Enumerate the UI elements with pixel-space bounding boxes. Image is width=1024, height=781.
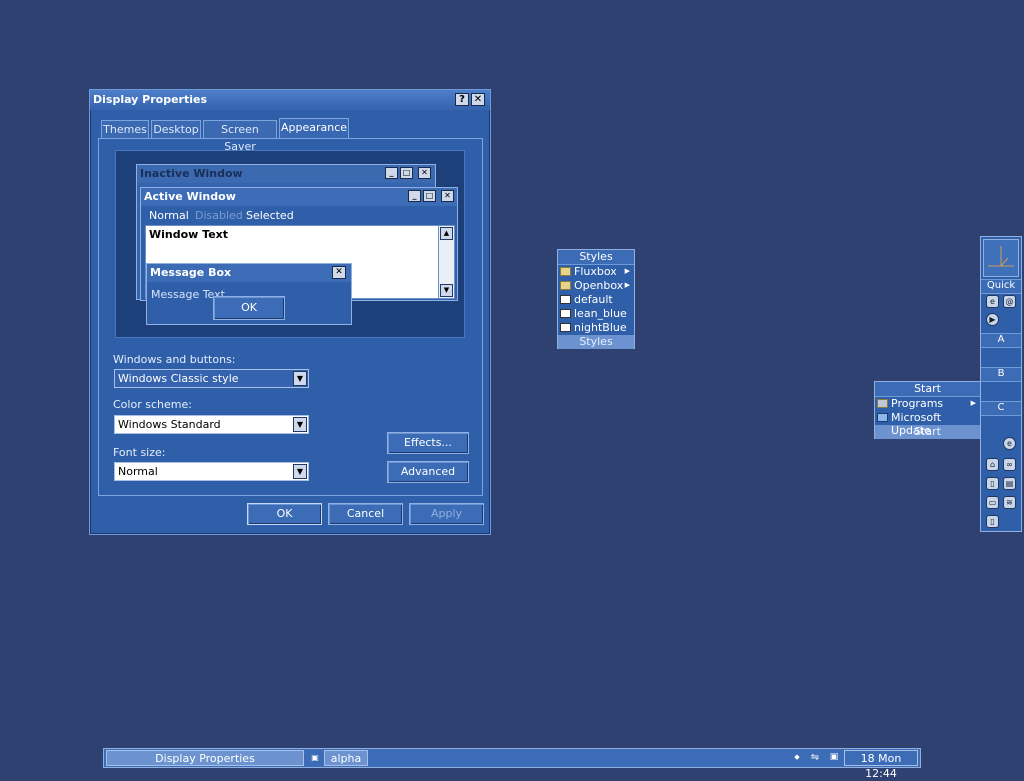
document-icon [560,309,571,318]
styles-menu: Styles Fluxbox ▶ Openbox ▶ default lean_… [557,249,635,349]
chevron-down-icon[interactable]: ▼ [293,464,307,479]
styles-item-label: lean_blue [574,307,627,320]
trash-icon[interactable]: ▯ [986,515,999,528]
clock-applet[interactable] [983,239,1019,277]
preview-window-text: Window Text [149,228,229,241]
tab-desktop[interactable]: Desktop [151,120,201,138]
document-icon [560,323,571,332]
font-size-select[interactable]: Normal ▼ [114,462,309,481]
update-icon [877,413,888,422]
programs-icon [877,399,888,408]
color-scheme-value: Windows Standard [118,418,221,431]
styles-item-openbox[interactable]: Openbox ▶ [558,279,634,293]
close-button[interactable]: ✕ [471,93,485,106]
message-box-title: Message Box [147,264,351,282]
taskbar-task-display-properties[interactable]: Display Properties [106,750,304,766]
preview-menu-normal: Normal [149,209,189,222]
preview-menu-disabled: Disabled [195,209,243,222]
start-menu: Start Programs ▶ Microsoft Update Start [874,381,981,439]
apply-button[interactable]: Apply [409,503,484,525]
group-b-label: B [981,367,1021,382]
maximize-icon: □ [423,190,436,202]
close-icon: ✕ [332,266,346,279]
dialog-titlebar[interactable]: Display Properties ? ✕ [90,90,490,110]
scroll-up-icon: ▲ [440,227,453,240]
styles-item-label: Fluxbox [574,265,617,278]
color-scheme-select[interactable]: Windows Standard ▼ [114,415,309,434]
submenu-arrow-icon: ▶ [624,267,630,275]
start-item-microsoft-update[interactable]: Microsoft Update [875,411,980,437]
effects-button[interactable]: Effects... [387,432,469,454]
taskbar: Display Properties ▣ alpha ◆ ⇋ ▣ 18 Mon … [103,748,921,780]
group-a-label: A [981,333,1021,348]
color-scheme-label: Color scheme: [113,398,192,411]
tab-appearance[interactable]: Appearance [279,118,349,139]
styles-item-lean-blue[interactable]: lean_blue [558,307,634,321]
network-icon[interactable]: ⌂ [986,458,999,471]
message-box-ok-button: OK [213,296,285,320]
windows-buttons-value: Windows Classic style [118,372,239,385]
workspace-icon[interactable]: ▣ [308,750,322,766]
font-size-value: Normal [118,465,158,478]
ok-button[interactable]: OK [247,503,322,525]
styles-menu-title: Styles [558,250,634,265]
outlook-icon[interactable]: @ [1003,295,1016,308]
styles-menu-footer: Styles [558,335,634,349]
tab-themes[interactable]: Themes [101,120,149,138]
preview-menu-selected: Selected [246,209,294,222]
styles-item-label: nightBlue [574,321,627,334]
chevron-down-icon[interactable]: ▼ [293,417,307,432]
display-properties-dialog: Display Properties ? ✕ Themes Desktop Sc… [89,89,491,535]
styles-item-nightblue[interactable]: nightBlue [558,321,634,335]
quick-label: Quick [981,279,1021,294]
preview-message-box: Message Box ✕ Message Text OK [146,263,352,325]
printer-icon[interactable]: ▤ [1003,477,1016,490]
styles-item-label: Openbox [574,279,624,292]
clock-icon [988,246,1014,267]
clock-display[interactable]: 18 Mon 12:44 [844,750,918,780]
close-icon: ✕ [441,190,454,202]
tab-screen-saver[interactable]: Screen Saver [203,120,277,153]
folder-icon [560,281,571,290]
styles-item-default[interactable]: default [558,293,634,307]
start-item-programs[interactable]: Programs ▶ [875,397,980,411]
submenu-arrow-icon: ▶ [970,399,976,407]
close-icon: ✕ [418,167,431,179]
binoculars-icon[interactable]: ∞ [1003,458,1016,471]
internet-explorer-icon[interactable]: e [1003,437,1016,450]
preview-scrollbar: ▲ ▼ [438,226,454,298]
windows-buttons-select[interactable]: Windows Classic style ▼ [114,369,309,388]
cancel-button[interactable]: Cancel [328,503,403,525]
start-menu-title: Start [875,382,980,397]
scroll-down-icon: ▼ [440,284,453,297]
styles-item-fluxbox[interactable]: Fluxbox ▶ [558,265,634,279]
appearance-preview: Inactive Window _ □ ✕ Active Window _ □ … [115,150,465,338]
volume-tray-icon[interactable]: ▣ [828,750,840,766]
document-icon [560,295,571,304]
group-c-label: C [981,401,1021,416]
submenu-arrow-icon: ▶ [624,281,630,289]
dialog-title: Display Properties [93,93,208,106]
maximize-icon: □ [400,167,413,179]
chevron-down-icon[interactable]: ▼ [293,371,307,386]
tray-arrow-icon[interactable]: ◆ [792,750,802,766]
styles-item-label: default [574,293,613,306]
workspace-name[interactable]: alpha [324,750,368,766]
media-player-icon[interactable]: ▶ [986,313,999,326]
minimize-icon: _ [385,167,398,179]
windows-buttons-label: Windows and buttons: [113,353,236,366]
internet-explorer-icon[interactable]: e [986,295,999,308]
recycle-bin-icon[interactable]: ▯ [986,477,999,490]
computer-icon[interactable]: ▭ [986,496,999,509]
slit-dock: Quick e @ ▶ A B C e ⌂ ∞ ▯ ▤ ▭ ≋ ▯ [980,236,1022,532]
wireless-icon[interactable]: ≋ [1003,496,1016,509]
start-item-label: Programs [891,397,944,410]
font-size-label: Font size: [113,446,166,459]
minimize-icon: _ [408,190,421,202]
network-tray-icon[interactable]: ⇋ [808,750,822,766]
advanced-button[interactable]: Advanced [387,461,469,483]
folder-icon [560,267,571,276]
help-button[interactable]: ? [455,93,469,106]
